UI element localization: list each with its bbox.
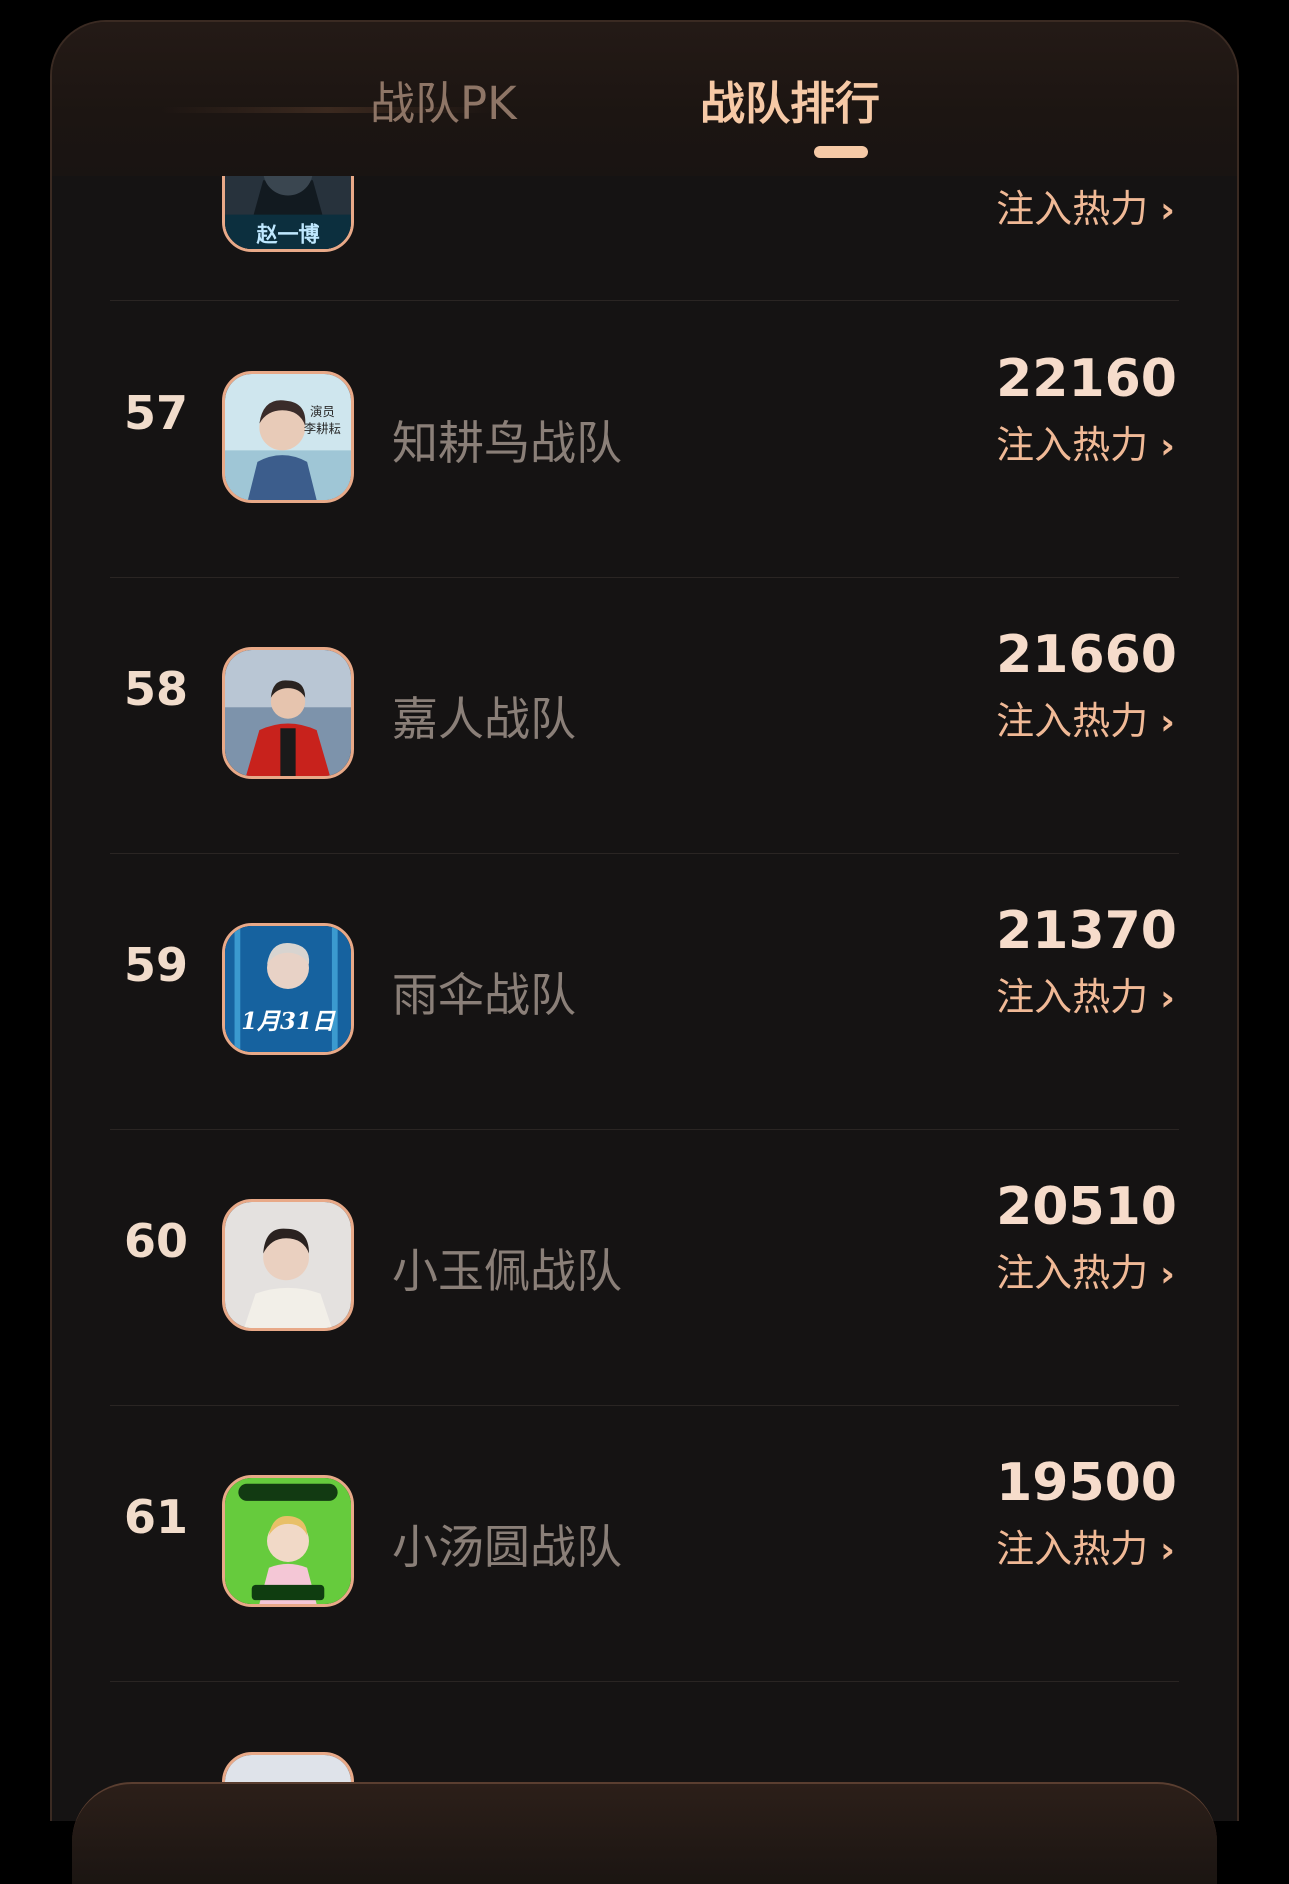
inject-heat-button[interactable]: 注入热力 ›	[996, 1242, 1175, 1297]
inject-heat-label: 注入热力	[996, 699, 1149, 743]
team-name: 小玉佩战队	[392, 1244, 622, 1298]
avatar-image	[225, 1202, 351, 1328]
avatar-image	[225, 650, 351, 776]
chevron-right-icon: ›	[1160, 1530, 1175, 1571]
team-name: 雨伞战队	[392, 968, 576, 1022]
tab-team-ranking[interactable]: 战队排行	[700, 74, 880, 134]
team-name: 小汤圆战队	[392, 1520, 622, 1574]
bottom-sheet-edge[interactable]	[72, 1782, 1217, 1884]
tab-team-pk[interactable]: 战队PK	[370, 74, 517, 134]
inject-heat-button[interactable]: 注入热力 ›	[996, 178, 1175, 233]
svg-text:演员: 演员	[310, 404, 335, 419]
chevron-right-icon: ›	[1160, 1254, 1175, 1295]
active-tab-indicator	[814, 146, 868, 158]
ranking-row[interactable]: 57 演员 李耕耘 知耕鸟战队 22160 注入热力 ›	[52, 301, 1237, 577]
rank-number: 57	[123, 386, 188, 440]
ranking-row[interactable]: 61 小汤圆战队 19500 注入热力 ›	[52, 1405, 1237, 1681]
rank-number: 59	[123, 938, 188, 992]
team-avatar	[222, 647, 354, 779]
inject-heat-label: 注入热力	[996, 1251, 1149, 1295]
svg-text:赵一博: 赵一博	[256, 222, 320, 246]
avatar-image: 1月31日	[225, 926, 351, 1052]
ranking-list: 56 赵一博 渡鸦战队 注入热力› 57	[52, 22, 1237, 1821]
rank-number: 61	[123, 1490, 188, 1544]
team-name: 知耕鸟战队	[392, 416, 622, 470]
svg-text:1月31日: 1月31日	[241, 1008, 336, 1035]
team-avatar	[222, 1199, 354, 1331]
team-name: 嘉人战队	[392, 692, 576, 746]
row-divider	[110, 1681, 1179, 1682]
team-avatar	[222, 1475, 354, 1607]
inject-heat-button[interactable]: 注入热力 ›	[996, 966, 1175, 1021]
inject-heat-label: 注入热力	[996, 423, 1149, 467]
inject-heat-button[interactable]: 注入热力 ›	[996, 1518, 1175, 1573]
inject-heat-label: 注入热力	[996, 187, 1149, 231]
ranking-row[interactable]: 59 1月31日 雨伞战队 21370 注入热力 ›	[52, 853, 1237, 1129]
avatar-image	[225, 1478, 351, 1604]
tab-bar: 战队PK 战队排行	[52, 22, 1237, 176]
avatar-image: 演员 李耕耘	[225, 374, 351, 500]
heat-score: 19500	[996, 1453, 1177, 1513]
inject-heat-button[interactable]: 注入热力 ›	[996, 414, 1175, 469]
inject-heat-label: 注入热力	[996, 975, 1149, 1019]
heat-score: 20510	[996, 1177, 1177, 1237]
ranking-panel: 56 赵一博 渡鸦战队 注入热力› 57	[50, 20, 1239, 1821]
chevron-right-icon: ›	[1160, 702, 1175, 743]
heat-score: 21660	[996, 625, 1177, 685]
ranking-row[interactable]: 60 小玉佩战队 20510 注入热力 ›	[52, 1129, 1237, 1405]
rank-number: 60	[123, 1214, 188, 1268]
chevron-right-icon: ›	[1160, 190, 1175, 231]
svg-text:李耕耘: 李耕耘	[304, 421, 341, 436]
team-avatar: 演员 李耕耘	[222, 371, 354, 503]
inject-heat-label: 注入热力	[996, 1527, 1149, 1571]
team-avatar: 1月31日	[222, 923, 354, 1055]
chevron-right-icon: ›	[1160, 426, 1175, 467]
ranking-row[interactable]: 58 嘉人战队 21660 注入热力 ›	[52, 577, 1237, 853]
heat-score: 22160	[996, 349, 1177, 409]
rank-number: 58	[123, 662, 188, 716]
heat-score: 21370	[996, 901, 1177, 961]
chevron-right-icon: ›	[1160, 978, 1175, 1019]
inject-heat-button[interactable]: 注入热力 ›	[996, 690, 1175, 745]
